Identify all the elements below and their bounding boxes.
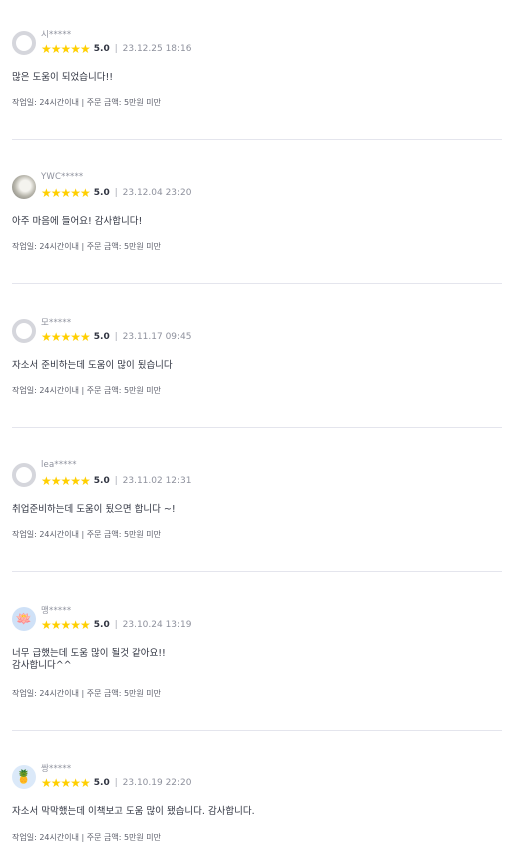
photo-avatar-icon	[12, 175, 36, 199]
review-meta: ★★★★★ 5.0 | 23.12.04 23:20	[41, 186, 192, 200]
reviewer-nickname: 맹*****	[41, 606, 72, 616]
review-separator	[12, 283, 502, 284]
star-rating-icon: ★★★★★	[41, 618, 91, 632]
star-rating-icon: ★★★★★	[41, 42, 91, 56]
review-item: 시***** ★★★★★ 5.0 | 23.12.25 18:16 많은 도움이…	[12, 30, 502, 111]
review-item: 🍍 쌍***** ★★★★★ 5.0 | 23.10.19 22:20 자소서 …	[12, 764, 502, 845]
meta-divider: |	[114, 332, 118, 342]
reviewer-nickname: YWC*****	[41, 172, 84, 182]
flower-avatar-icon: 🪷	[12, 607, 36, 631]
meta-divider: |	[114, 476, 118, 486]
reviewer-nickname: 쌍*****	[41, 764, 72, 774]
review-content: 자소서 막막했는데 이책보고 도움 많이 됐습니다. 감사합니다.	[12, 806, 255, 817]
reviewer-nickname: 시*****	[41, 30, 72, 40]
review-list: 시***** ★★★★★ 5.0 | 23.12.25 18:16 많은 도움이…	[0, 0, 515, 859]
review-item: YWC***** ★★★★★ 5.0 | 23.12.04 23:20 아주 마…	[12, 172, 502, 255]
reviewer-nickname: lea*****	[41, 460, 77, 470]
review-order-info: 작업일: 24시간이내 | 주문 금액: 5만원 미만	[12, 386, 162, 395]
meta-divider: |	[114, 778, 118, 788]
meta-divider: |	[114, 620, 118, 630]
review-score: 5.0	[93, 620, 110, 630]
review-score: 5.0	[93, 778, 110, 788]
review-date: 23.11.02 12:31	[122, 476, 192, 486]
review-date: 23.12.04 23:20	[122, 188, 192, 198]
review-order-info: 작업일: 24시간이내 | 주문 금액: 5만원 미만	[12, 530, 162, 539]
review-score: 5.0	[93, 476, 110, 486]
review-score: 5.0	[93, 188, 110, 198]
review-date: 23.10.24 13:19	[122, 620, 192, 630]
review-order-info: 작업일: 24시간이내 | 주문 금액: 5만원 미만	[12, 833, 162, 842]
review-content: 많은 도움이 되었습니다!!	[12, 72, 114, 83]
pineapple-avatar-icon: 🍍	[12, 765, 36, 789]
review-separator	[12, 730, 502, 731]
review-score: 5.0	[93, 332, 110, 342]
meta-divider: |	[114, 188, 118, 198]
review-date: 23.10.19 22:20	[122, 778, 192, 788]
review-meta: ★★★★★ 5.0 | 23.10.24 13:19	[41, 618, 192, 632]
review-date: 23.12.25 18:16	[122, 44, 192, 54]
review-item: 모***** ★★★★★ 5.0 | 23.11.17 09:45 자소서 준비…	[12, 318, 502, 399]
default-avatar-icon	[12, 319, 36, 343]
review-separator	[12, 139, 502, 140]
star-rating-icon: ★★★★★	[41, 474, 91, 488]
review-meta: ★★★★★ 5.0 | 23.10.19 22:20	[41, 776, 192, 790]
star-rating-icon: ★★★★★	[41, 776, 91, 790]
review-content: 자소서 준비하는데 도움이 많이 됬습니다	[12, 360, 173, 371]
review-score: 5.0	[93, 44, 110, 54]
review-order-info: 작업일: 24시간이내 | 주문 금액: 5만원 미만	[12, 98, 162, 107]
review-order-info: 작업일: 24시간이내 | 주문 금액: 5만원 미만	[12, 242, 162, 251]
review-order-info: 작업일: 24시간이내 | 주문 금액: 5만원 미만	[12, 689, 162, 698]
reviewer-nickname: 모*****	[41, 318, 72, 328]
star-rating-icon: ★★★★★	[41, 186, 91, 200]
review-meta: ★★★★★ 5.0 | 23.11.17 09:45	[41, 330, 192, 344]
review-content: 아주 마음에 들어요! 감사합니다!	[12, 216, 143, 227]
default-avatar-icon	[12, 463, 36, 487]
review-content: 취업준비하는데 도움이 됬으면 합니다 ~!	[12, 504, 176, 515]
review-separator	[12, 427, 502, 428]
star-rating-icon: ★★★★★	[41, 330, 91, 344]
default-avatar-icon	[12, 31, 36, 55]
review-item: 🪷 맹***** ★★★★★ 5.0 | 23.10.24 13:19 너무 급…	[12, 606, 502, 702]
review-meta: ★★★★★ 5.0 | 23.12.25 18:16	[41, 42, 192, 56]
review-content: 너무 급했는데 도움 많이 될것 같아요!! 감사합니다^^	[12, 648, 166, 671]
meta-divider: |	[114, 44, 118, 54]
review-date: 23.11.17 09:45	[122, 332, 192, 342]
review-item: lea***** ★★★★★ 5.0 | 23.11.02 12:31 취업준비…	[12, 460, 502, 543]
review-separator	[12, 571, 502, 572]
review-meta: ★★★★★ 5.0 | 23.11.02 12:31	[41, 474, 192, 488]
